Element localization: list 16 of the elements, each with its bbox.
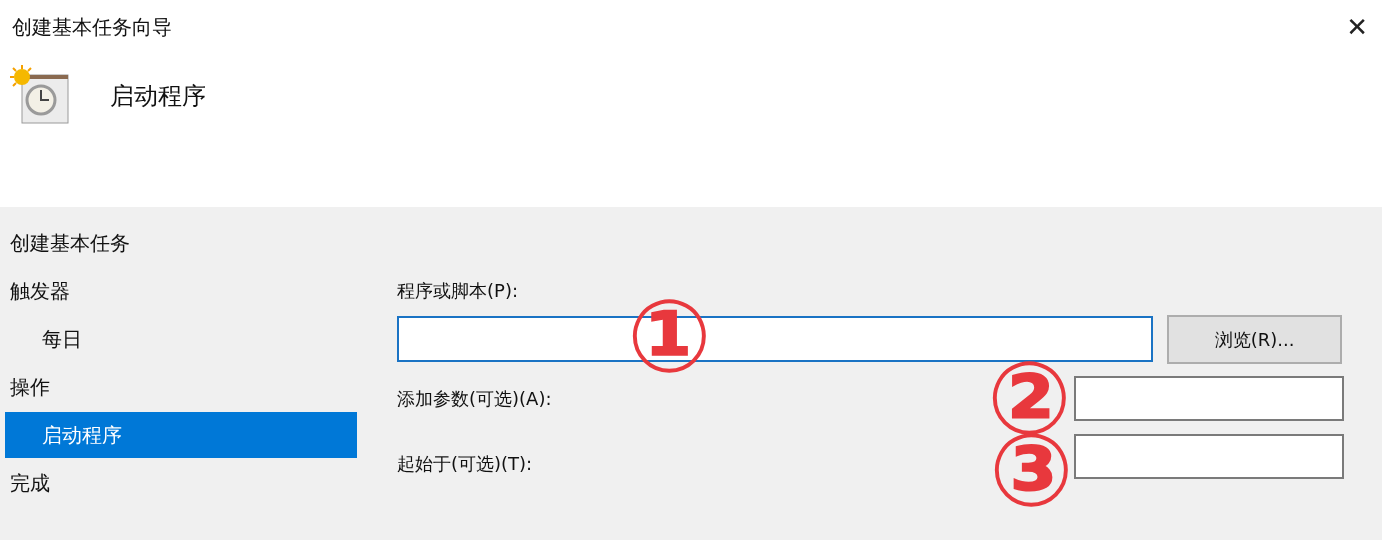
browse-button[interactable]: 浏览(R)...	[1167, 314, 1342, 364]
field-label: 起始于(可选)(T):	[397, 452, 533, 476]
sidebar-item[interactable]: 操作	[5, 364, 357, 410]
sidebar-item[interactable]: 触发器	[5, 268, 357, 314]
sidebar-item[interactable]: 创建基本任务	[5, 220, 357, 266]
sidebar-item[interactable]: 启动程序	[5, 412, 357, 458]
arguments-field[interactable]	[1074, 375, 1344, 421]
start-in-field[interactable]	[1074, 433, 1344, 479]
field-label: 程序或脚本(P):	[397, 279, 519, 303]
page-heading: 启动程序	[110, 81, 206, 112]
sidebar-item[interactable]: 每日	[5, 316, 357, 362]
field-label: 添加参数(可选)(A):	[397, 386, 552, 411]
window-title: 创建基本任务向导	[12, 14, 172, 41]
sidebar-item[interactable]: 完成	[5, 460, 357, 506]
task-clock-icon	[10, 65, 72, 127]
close-button[interactable]: ✕	[1346, 14, 1368, 40]
